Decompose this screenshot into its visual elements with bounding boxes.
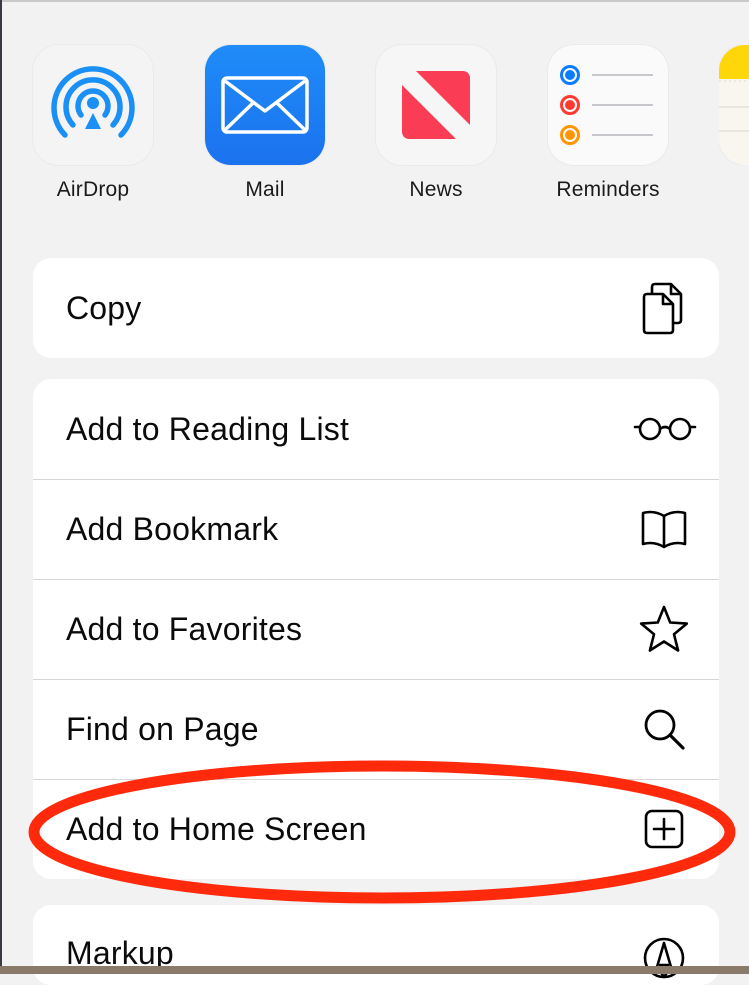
news-icon [376, 45, 496, 165]
book-icon [637, 502, 691, 556]
action-add-to-reading-list[interactable]: Add to Reading List [33, 379, 719, 479]
action-copy[interactable]: Copy [33, 258, 719, 358]
mail-icon [205, 45, 325, 165]
app-label: Reminders [556, 178, 660, 201]
background-strip [0, 966, 749, 974]
action-label: Copy [66, 289, 142, 326]
window-top-edge [0, 0, 749, 2]
window-left-edge [0, 0, 2, 974]
action-find-on-page[interactable]: Find on Page [33, 679, 719, 779]
search-icon [637, 702, 691, 756]
markup-pen-icon [637, 931, 691, 985]
copy-icon [637, 281, 691, 335]
notes-icon [719, 45, 749, 165]
app-airdrop[interactable]: AirDrop [33, 45, 153, 202]
app-label: News [409, 178, 463, 201]
plus-square-icon [637, 802, 691, 856]
airdrop-icon [33, 45, 153, 165]
app-reminders[interactable]: Reminders [548, 45, 668, 202]
action-label: Add to Reading List [66, 410, 350, 447]
action-add-to-home-screen[interactable]: Add to Home Screen [33, 779, 719, 879]
app-notes-partial[interactable] [719, 45, 749, 165]
action-label: Find on Page [66, 710, 259, 747]
app-label: AirDrop [56, 178, 130, 201]
glasses-icon [633, 402, 697, 456]
action-add-to-favorites[interactable]: Add to Favorites [33, 579, 719, 679]
star-icon [637, 602, 691, 656]
action-label: Add to Favorites [66, 610, 303, 647]
action-label: Add to Home Screen [66, 810, 367, 847]
share-apps-row: AirDrop Mail News Reminders [33, 45, 749, 205]
app-label: Mail [245, 178, 285, 201]
app-mail[interactable]: Mail [205, 45, 325, 202]
app-news[interactable]: News [376, 45, 496, 202]
reminders-icon [548, 45, 668, 165]
action-label: Add Bookmark [66, 510, 279, 547]
actions-card: Add to Reading List Add Bookmark Add to … [33, 379, 719, 879]
copy-card: Copy [33, 258, 719, 358]
action-add-bookmark[interactable]: Add Bookmark [33, 479, 719, 579]
